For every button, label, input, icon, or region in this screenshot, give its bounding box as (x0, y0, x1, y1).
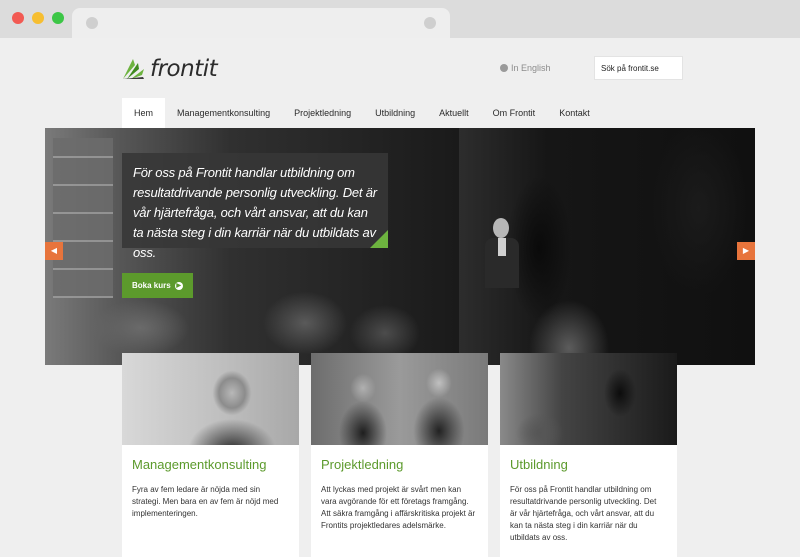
chevron-left-icon: ◀ (50, 246, 58, 255)
nav-item-aktuellt[interactable]: Aktuellt (427, 98, 481, 128)
tab-close-icon[interactable] (424, 17, 436, 29)
main-nav: Hem Managementkonsulting Projektledning … (122, 98, 602, 128)
browser-chrome (0, 0, 800, 38)
hero-window-decoration (53, 138, 113, 298)
card-image-classroom (500, 353, 677, 445)
browser-tab[interactable] (72, 8, 450, 38)
arrow-right-circle-icon: ▶ (174, 281, 183, 290)
hero-speaker-figure (485, 218, 519, 288)
globe-icon (500, 64, 508, 72)
nav-item-hem[interactable]: Hem (122, 98, 166, 128)
logo[interactable]: frontit (122, 56, 218, 82)
nav-item-managementkonsulting[interactable]: Managementkonsulting (165, 98, 282, 128)
hero-quote-text: För oss på Frontit handlar utbildning om… (133, 165, 377, 260)
nav-item-om-frontit[interactable]: Om Frontit (481, 98, 548, 128)
nav-item-projektledning[interactable]: Projektledning (282, 98, 363, 128)
card-image-men (311, 353, 488, 445)
card-text: För oss på Frontit handlar utbildning om… (510, 485, 657, 542)
language-link-label: In English (511, 63, 551, 73)
close-window-button[interactable] (12, 12, 24, 24)
book-course-button[interactable]: Boka kurs ▶ (122, 273, 193, 298)
nav-item-utbildning[interactable]: Utbildning (363, 98, 427, 128)
hero-quote-box: För oss på Frontit handlar utbildning om… (122, 153, 388, 260)
language-link[interactable]: In English (500, 63, 551, 73)
logo-text: frontit (150, 56, 218, 82)
card-title[interactable]: Projektledning (321, 457, 488, 472)
minimize-window-button[interactable] (32, 12, 44, 24)
card-managementkonsulting[interactable]: Managementkonsulting Fyra av fem ledare … (122, 353, 299, 557)
maximize-window-button[interactable] (52, 12, 64, 24)
quote-corner-accent (370, 230, 388, 248)
hero-slider: För oss på Frontit handlar utbildning om… (45, 128, 755, 365)
card-text: Fyra av fem ledare är nöjda med sin stra… (132, 485, 279, 518)
nav-item-kontakt[interactable]: Kontakt (547, 98, 602, 128)
chevron-right-icon: ▶ (742, 246, 750, 255)
search-input[interactable]: Sök på frontit.se (594, 56, 683, 80)
logo-leaf-icon (123, 59, 144, 79)
card-utbildning[interactable]: Utbildning För oss på Frontit handlar ut… (500, 353, 677, 557)
book-course-label: Boka kurs (132, 281, 171, 290)
slider-next-button[interactable]: ▶ (737, 242, 755, 260)
slider-prev-button[interactable]: ◀ (45, 242, 63, 260)
card-title[interactable]: Managementkonsulting (132, 457, 299, 472)
page: frontit In English Sök på frontit.se Hem… (0, 38, 800, 557)
card-text: Att lyckas med projekt är svårt men kan … (321, 485, 476, 530)
card-title[interactable]: Utbildning (510, 457, 677, 472)
card-image-woman (122, 353, 299, 445)
tab-favicon-icon (86, 17, 98, 29)
card-projektledning[interactable]: Projektledning Att lyckas med projekt är… (311, 353, 488, 557)
